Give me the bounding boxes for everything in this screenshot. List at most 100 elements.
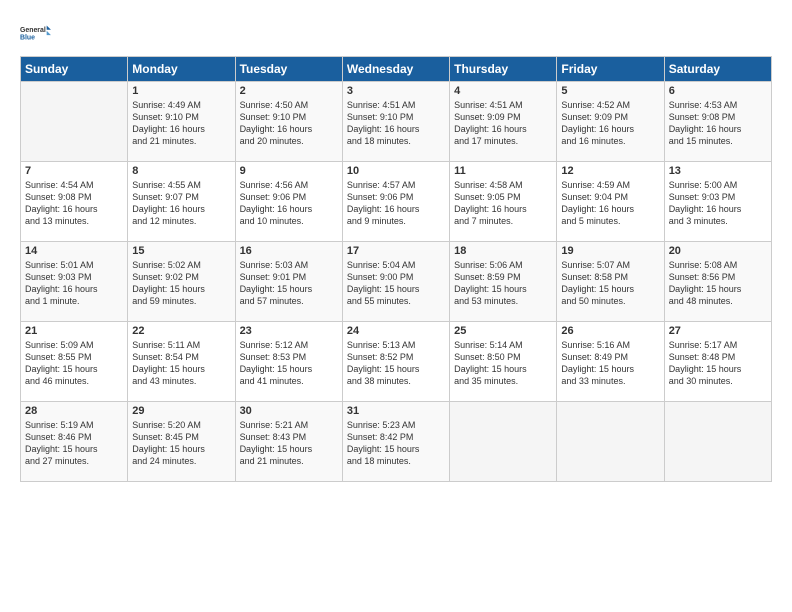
day-info: Sunrise: 4:51 AM Sunset: 9:09 PM Dayligh…	[454, 99, 552, 148]
calendar-cell: 15 Sunrise: 5:02 AM Sunset: 9:02 PM Dayli…	[128, 242, 235, 322]
day-info: Sunrise: 5:19 AM Sunset: 8:46 PM Dayligh…	[25, 419, 123, 468]
day-info: Sunrise: 5:16 AM Sunset: 8:49 PM Dayligh…	[561, 339, 659, 388]
calendar-cell: 5 Sunrise: 4:52 AM Sunset: 9:09 PM Daylig…	[557, 82, 664, 162]
day-info: Sunrise: 5:14 AM Sunset: 8:50 PM Dayligh…	[454, 339, 552, 388]
day-number: 5	[561, 85, 659, 97]
day-number: 18	[454, 245, 552, 257]
day-number: 12	[561, 165, 659, 177]
day-info: Sunrise: 4:59 AM Sunset: 9:04 PM Dayligh…	[561, 179, 659, 228]
day-number: 3	[347, 85, 445, 97]
day-info: Sunrise: 5:09 AM Sunset: 8:55 PM Dayligh…	[25, 339, 123, 388]
week-row-1: 1 Sunrise: 4:49 AM Sunset: 9:10 PM Daylig…	[21, 82, 772, 162]
calendar-cell: 10 Sunrise: 4:57 AM Sunset: 9:06 PM Dayli…	[342, 162, 449, 242]
day-info: Sunrise: 5:12 AM Sunset: 8:53 PM Dayligh…	[240, 339, 338, 388]
weekday-header-thursday: Thursday	[450, 57, 557, 82]
day-number: 4	[454, 85, 552, 97]
day-number: 14	[25, 245, 123, 257]
day-info: Sunrise: 5:08 AM Sunset: 8:56 PM Dayligh…	[669, 259, 767, 308]
calendar-cell: 8Sunrise: 4:55 AM Sunset: 9:07 PM Daylig…	[128, 162, 235, 242]
calendar-container: General Blue SundayMondayTuesdayWednesda…	[0, 0, 792, 494]
day-number: 26	[561, 325, 659, 337]
day-info: Sunrise: 5:04 AM Sunset: 9:00 PM Dayligh…	[347, 259, 445, 308]
calendar-cell: 3 Sunrise: 4:51 AM Sunset: 9:10 PM Daylig…	[342, 82, 449, 162]
calendar-cell	[450, 402, 557, 482]
day-number: 22	[132, 325, 230, 337]
calendar-cell: 25 Sunrise: 5:14 AM Sunset: 8:50 PM Dayli…	[450, 322, 557, 402]
day-number: 25	[454, 325, 552, 337]
day-info: Sunrise: 5:01 AM Sunset: 9:03 PM Dayligh…	[25, 259, 123, 308]
weekday-header-monday: Monday	[128, 57, 235, 82]
calendar-cell: 2 Sunrise: 4:50 AM Sunset: 9:10 PM Daylig…	[235, 82, 342, 162]
day-info: Sunrise: 4:50 AM Sunset: 9:10 PM Dayligh…	[240, 99, 338, 148]
calendar-cell: 16Sunrise: 5:03 AM Sunset: 9:01 PM Dayli…	[235, 242, 342, 322]
day-number: 29	[132, 405, 230, 417]
weekday-header-tuesday: Tuesday	[235, 57, 342, 82]
day-info: Sunrise: 4:57 AM Sunset: 9:06 PM Dayligh…	[347, 179, 445, 228]
day-number: 23	[240, 325, 338, 337]
calendar-cell: 4 Sunrise: 4:51 AM Sunset: 9:09 PM Daylig…	[450, 82, 557, 162]
day-info: Sunrise: 5:11 AM Sunset: 8:54 PM Dayligh…	[132, 339, 230, 388]
calendar-cell: 7Sunrise: 4:54 AM Sunset: 9:08 PM Daylig…	[21, 162, 128, 242]
day-info: Sunrise: 5:17 AM Sunset: 8:48 PM Dayligh…	[669, 339, 767, 388]
day-number: 24	[347, 325, 445, 337]
svg-text:General: General	[20, 27, 46, 34]
calendar-cell: 20 Sunrise: 5:08 AM Sunset: 8:56 PM Dayli…	[664, 242, 771, 322]
day-number: 27	[669, 325, 767, 337]
calendar-cell: 21 Sunrise: 5:09 AM Sunset: 8:55 PM Dayli…	[21, 322, 128, 402]
week-row-4: 21 Sunrise: 5:09 AM Sunset: 8:55 PM Dayli…	[21, 322, 772, 402]
day-info: Sunrise: 4:49 AM Sunset: 9:10 PM Dayligh…	[132, 99, 230, 148]
day-info: Sunrise: 5:03 AM Sunset: 9:01 PM Dayligh…	[240, 259, 338, 308]
day-info: Sunrise: 4:55 AM Sunset: 9:07 PM Dayligh…	[132, 179, 230, 228]
day-number: 7	[25, 165, 123, 177]
calendar-cell: 27 Sunrise: 5:17 AM Sunset: 8:48 PM Dayli…	[664, 322, 771, 402]
weekday-header-row: SundayMondayTuesdayWednesdayThursdayFrid…	[21, 57, 772, 82]
calendar-cell: 13Sunrise: 5:00 AM Sunset: 9:03 PM Dayli…	[664, 162, 771, 242]
calendar-cell: 9 Sunrise: 4:56 AM Sunset: 9:06 PM Daylig…	[235, 162, 342, 242]
day-info: Sunrise: 5:00 AM Sunset: 9:03 PM Dayligh…	[669, 179, 767, 228]
day-number: 20	[669, 245, 767, 257]
calendar-cell: 29 Sunrise: 5:20 AM Sunset: 8:45 PM Dayli…	[128, 402, 235, 482]
calendar-cell: 6 Sunrise: 4:53 AM Sunset: 9:08 PM Daylig…	[664, 82, 771, 162]
day-number: 21	[25, 325, 123, 337]
header-row: General Blue	[20, 18, 772, 50]
calendar-cell	[557, 402, 664, 482]
day-info: Sunrise: 5:06 AM Sunset: 8:59 PM Dayligh…	[454, 259, 552, 308]
calendar-cell: 19 Sunrise: 5:07 AM Sunset: 8:58 PM Dayli…	[557, 242, 664, 322]
weekday-header-friday: Friday	[557, 57, 664, 82]
day-info: Sunrise: 5:02 AM Sunset: 9:02 PM Dayligh…	[132, 259, 230, 308]
day-number: 6	[669, 85, 767, 97]
day-info: Sunrise: 5:07 AM Sunset: 8:58 PM Dayligh…	[561, 259, 659, 308]
calendar-cell: 11Sunrise: 4:58 AM Sunset: 9:05 PM Dayli…	[450, 162, 557, 242]
weekday-header-wednesday: Wednesday	[342, 57, 449, 82]
day-number: 30	[240, 405, 338, 417]
week-row-3: 14 Sunrise: 5:01 AM Sunset: 9:03 PM Dayli…	[21, 242, 772, 322]
day-info: Sunrise: 4:52 AM Sunset: 9:09 PM Dayligh…	[561, 99, 659, 148]
day-number: 1	[132, 85, 230, 97]
day-info: Sunrise: 5:20 AM Sunset: 8:45 PM Dayligh…	[132, 419, 230, 468]
calendar-cell	[664, 402, 771, 482]
day-number: 2	[240, 85, 338, 97]
calendar-cell	[21, 82, 128, 162]
day-info: Sunrise: 4:53 AM Sunset: 9:08 PM Dayligh…	[669, 99, 767, 148]
calendar-cell: 17 Sunrise: 5:04 AM Sunset: 9:00 PM Dayli…	[342, 242, 449, 322]
calendar-cell: 31Sunrise: 5:23 AM Sunset: 8:42 PM Dayli…	[342, 402, 449, 482]
day-number: 9	[240, 165, 338, 177]
day-info: Sunrise: 5:23 AM Sunset: 8:42 PM Dayligh…	[347, 419, 445, 468]
day-info: Sunrise: 5:21 AM Sunset: 8:43 PM Dayligh…	[240, 419, 338, 468]
weekday-header-sunday: Sunday	[21, 57, 128, 82]
day-number: 10	[347, 165, 445, 177]
day-number: 17	[347, 245, 445, 257]
day-number: 19	[561, 245, 659, 257]
calendar-cell: 24Sunrise: 5:13 AM Sunset: 8:52 PM Dayli…	[342, 322, 449, 402]
calendar-cell: 18 Sunrise: 5:06 AM Sunset: 8:59 PM Dayli…	[450, 242, 557, 322]
day-info: Sunrise: 4:51 AM Sunset: 9:10 PM Dayligh…	[347, 99, 445, 148]
day-number: 15	[132, 245, 230, 257]
week-row-5: 28Sunrise: 5:19 AM Sunset: 8:46 PM Dayli…	[21, 402, 772, 482]
calendar-table: SundayMondayTuesdayWednesdayThursdayFrid…	[20, 56, 772, 482]
day-info: Sunrise: 4:56 AM Sunset: 9:06 PM Dayligh…	[240, 179, 338, 228]
calendar-cell: 22 Sunrise: 5:11 AM Sunset: 8:54 PM Dayli…	[128, 322, 235, 402]
svg-text:Blue: Blue	[20, 34, 35, 41]
day-number: 11	[454, 165, 552, 177]
week-row-2: 7Sunrise: 4:54 AM Sunset: 9:08 PM Daylig…	[21, 162, 772, 242]
calendar-cell: 1 Sunrise: 4:49 AM Sunset: 9:10 PM Daylig…	[128, 82, 235, 162]
